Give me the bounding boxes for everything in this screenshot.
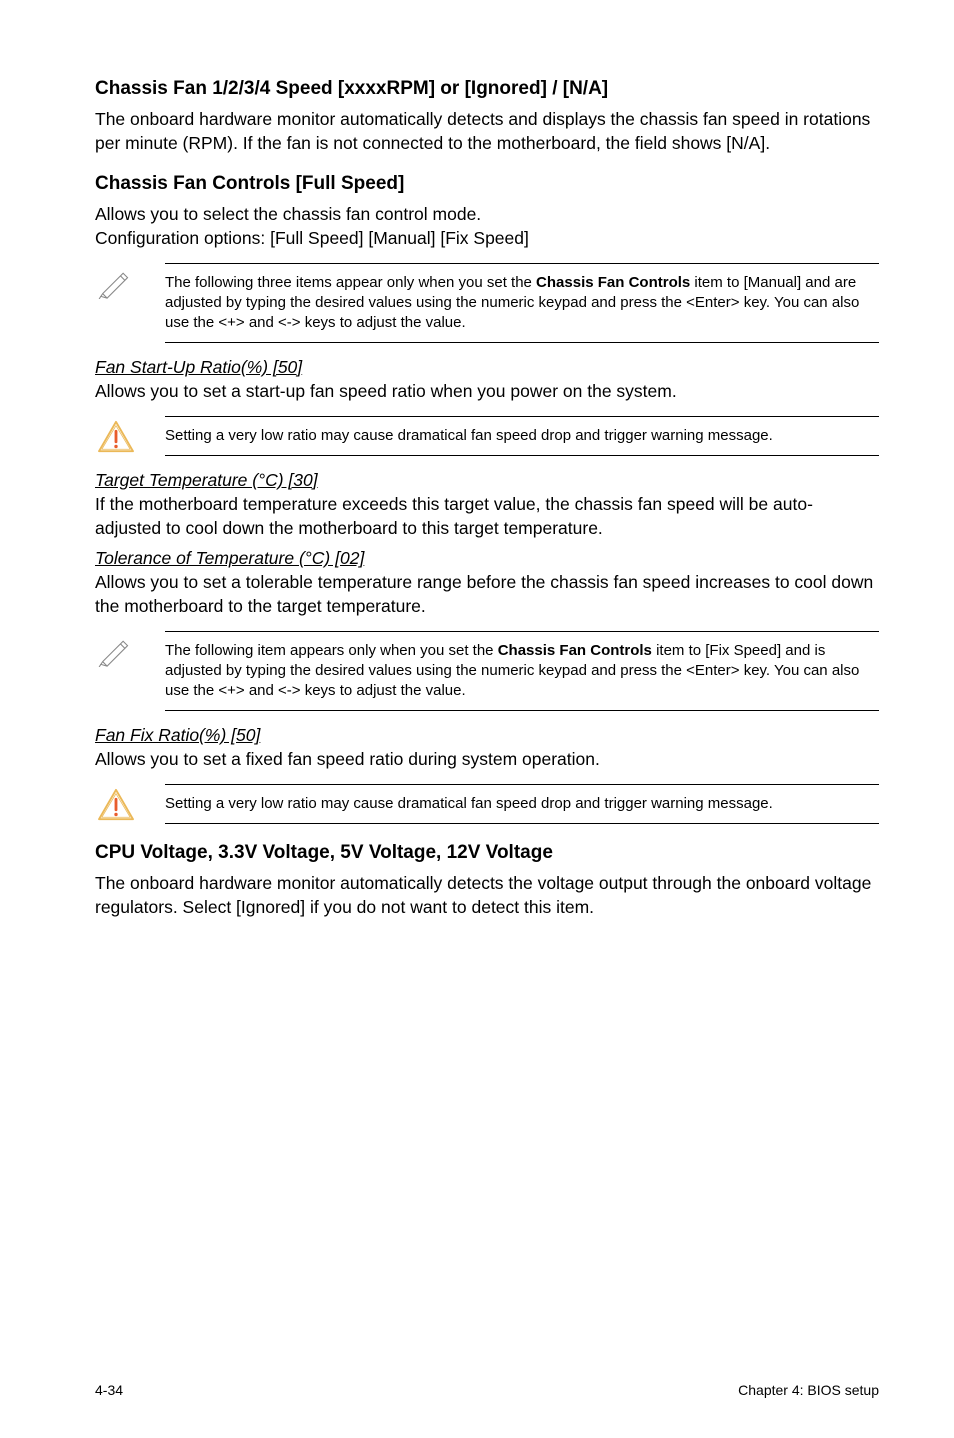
note-prefix: The following three items appear only wh…	[165, 274, 536, 291]
subbody-fan-startup-ratio: Allows you to set a start-up fan speed r…	[95, 380, 879, 404]
pencil-icon	[95, 631, 137, 667]
subbody-target-temp: If the motherboard temperature exceeds t…	[95, 493, 879, 540]
pencil-icon	[95, 263, 137, 299]
warning-text-startup: Setting a very low ratio may cause drama…	[165, 416, 879, 456]
warning-callout-fixratio: Setting a very low ratio may cause drama…	[95, 784, 879, 824]
subbody-tolerance-temp: Allows you to set a tolerable temperatur…	[95, 571, 879, 618]
page-footer: 4-34 Chapter 4: BIOS setup	[95, 1382, 879, 1398]
subheading-target-temp: Target Temperature (°C) [30]	[95, 470, 879, 491]
note-bold: Chassis Fan Controls	[498, 642, 652, 659]
subheading-fan-startup-ratio: Fan Start-Up Ratio(%) [50]	[95, 357, 879, 378]
note-callout-fixspeed: The following item appears only when you…	[95, 631, 879, 712]
warning-icon	[95, 784, 137, 822]
body-line2: Configuration options: [Full Speed] [Man…	[95, 228, 529, 248]
subheading-fan-fix-ratio: Fan Fix Ratio(%) [50]	[95, 725, 879, 746]
warning-callout-startup: Setting a very low ratio may cause drama…	[95, 416, 879, 456]
note-text-manual: The following three items appear only wh…	[165, 263, 879, 344]
warning-icon	[95, 416, 137, 454]
note-callout-manual: The following three items appear only wh…	[95, 263, 879, 344]
note-bold: Chassis Fan Controls	[536, 274, 690, 291]
note-text-fixspeed: The following item appears only when you…	[165, 631, 879, 712]
body-line1: Allows you to select the chassis fan con…	[95, 204, 481, 224]
heading-chassis-fan-speed: Chassis Fan 1/2/3/4 Speed [xxxxRPM] or […	[95, 78, 879, 100]
body-cpu-voltage: The onboard hardware monitor automatical…	[95, 872, 879, 919]
warning-text-fixratio: Setting a very low ratio may cause drama…	[165, 784, 879, 824]
body-chassis-fan-speed: The onboard hardware monitor automatical…	[95, 108, 879, 155]
chapter-label: Chapter 4: BIOS setup	[738, 1382, 879, 1398]
note-prefix: The following item appears only when you…	[165, 642, 498, 659]
heading-cpu-voltage: CPU Voltage, 3.3V Voltage, 5V Voltage, 1…	[95, 842, 879, 864]
subbody-fan-fix-ratio: Allows you to set a fixed fan speed rati…	[95, 748, 879, 772]
subheading-tolerance-temp: Tolerance of Temperature (°C) [02]	[95, 548, 879, 569]
body-chassis-fan-controls: Allows you to select the chassis fan con…	[95, 203, 879, 250]
page-number: 4-34	[95, 1382, 123, 1398]
heading-chassis-fan-controls: Chassis Fan Controls [Full Speed]	[95, 173, 879, 195]
